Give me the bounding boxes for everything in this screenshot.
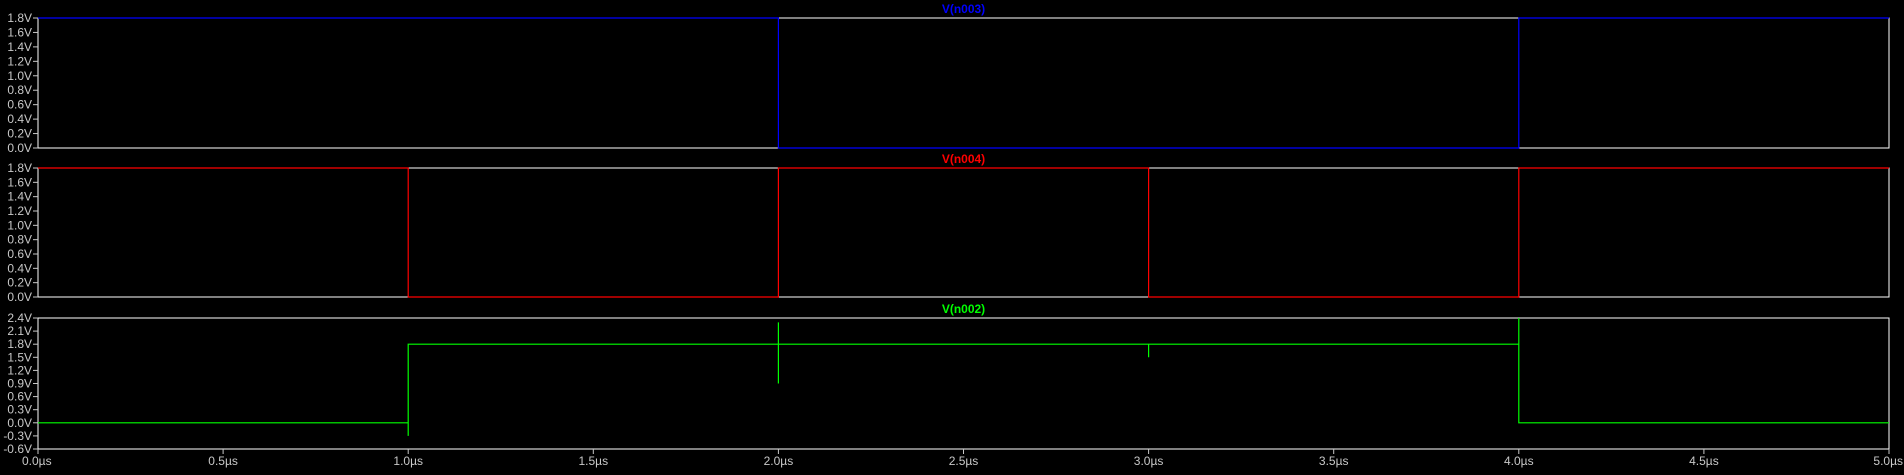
y-tick-label: 2.4V bbox=[7, 311, 32, 325]
y-tick-label: 0.6V bbox=[7, 98, 32, 112]
y-tick-label: 0.3V bbox=[7, 403, 32, 417]
y-tick-label: 1.6V bbox=[7, 25, 32, 39]
y-tick-label: 1.8V bbox=[7, 161, 32, 175]
y-tick-label: 0.2V bbox=[7, 276, 32, 290]
y-tick-label: 1.0V bbox=[7, 218, 32, 232]
y-tick-label: 1.4V bbox=[7, 190, 32, 204]
x-tick-label: 0.5µs bbox=[208, 454, 238, 468]
y-tick-label: 0.8V bbox=[7, 83, 32, 97]
x-tick-label: 1.5µs bbox=[578, 454, 608, 468]
y-tick-label: 0.2V bbox=[7, 127, 32, 141]
y-tick-label: 0.4V bbox=[7, 112, 32, 126]
plot-frame-2 bbox=[37, 167, 1890, 298]
y-tick-label: 2.1V bbox=[7, 324, 32, 338]
y-tick-label: 0.8V bbox=[7, 233, 32, 247]
y-tick-label: 0.0V bbox=[7, 416, 32, 430]
trace-title-3[interactable]: V(n002) bbox=[942, 302, 985, 316]
waveform-viewer: 0.0V0.2V0.4V0.6V0.8V1.0V1.2V1.4V1.6V1.8V… bbox=[3, 2, 1903, 468]
y-tick-label: 1.8V bbox=[7, 337, 32, 351]
y-tick-label: 1.2V bbox=[7, 363, 32, 377]
x-tick-label: 4.5µs bbox=[1689, 454, 1719, 468]
plot-frame-3 bbox=[37, 317, 1890, 450]
y-tick-label: 1.5V bbox=[7, 350, 32, 364]
y-tick-label: 0.6V bbox=[7, 247, 32, 261]
y-tick-label: 0.6V bbox=[7, 390, 32, 404]
y-tick-label: 0.0V bbox=[7, 290, 32, 304]
y-tick-label: 0.0V bbox=[7, 141, 32, 155]
x-tick-label: 2.0µs bbox=[764, 454, 794, 468]
y-tick-label: 0.4V bbox=[7, 261, 32, 275]
y-tick-label: -0.3V bbox=[3, 429, 32, 443]
plot-frame-1 bbox=[37, 17, 1890, 149]
y-tick-label: 0.9V bbox=[7, 377, 32, 391]
y-tick-label: 1.6V bbox=[7, 175, 32, 189]
y-tick-label: 1.8V bbox=[7, 11, 32, 25]
y-tick-label: 1.4V bbox=[7, 40, 32, 54]
x-tick-label: 2.5µs bbox=[949, 454, 979, 468]
y-tick-label: 1.2V bbox=[7, 204, 32, 218]
y-tick-label: 1.0V bbox=[7, 69, 32, 83]
trace-2-waveform bbox=[38, 167, 1889, 298]
y-tick-label: 1.2V bbox=[7, 54, 32, 68]
x-tick-label: 3.0µs bbox=[1134, 454, 1164, 468]
x-tick-label: 5.0µs bbox=[1873, 454, 1903, 468]
x-tick-label: 3.5µs bbox=[1319, 454, 1349, 468]
x-tick-label: 0.0µs bbox=[22, 454, 52, 468]
trace-1-waveform bbox=[38, 17, 1889, 149]
trace-title-1[interactable]: V(n003) bbox=[942, 2, 985, 16]
x-tick-label: 4.0µs bbox=[1504, 454, 1534, 468]
trace-title-2[interactable]: V(n004) bbox=[942, 152, 985, 166]
x-tick-label: 1.0µs bbox=[393, 454, 423, 468]
trace-3-waveform bbox=[38, 318, 1889, 436]
